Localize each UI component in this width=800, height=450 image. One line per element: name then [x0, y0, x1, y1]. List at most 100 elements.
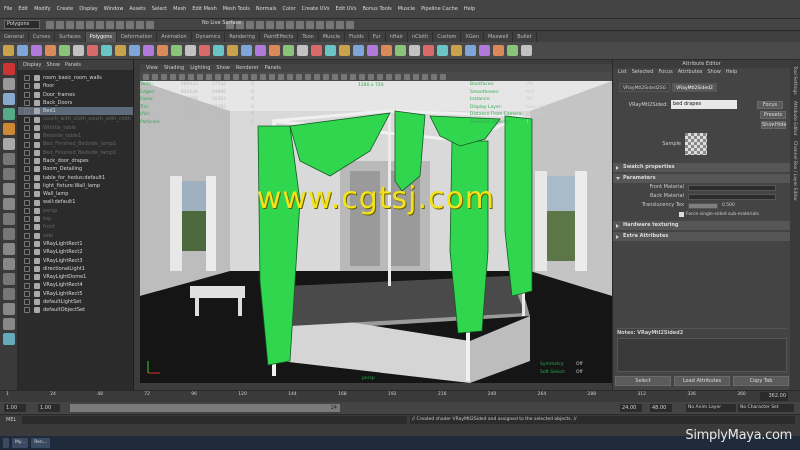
attr-button-load-attributes[interactable]: Load Attributes	[674, 376, 730, 386]
menu-item-pipeline-cache[interactable]: Pipeline Cache	[421, 6, 458, 12]
outliner-menu-show[interactable]: Show	[46, 60, 60, 70]
shelf-tool-icon[interactable]	[171, 45, 182, 56]
viewport-tool-icon[interactable]	[179, 73, 185, 80]
attr-button-copy-tab[interactable]: Copy Tab	[733, 376, 789, 386]
shelf-tool-icon[interactable]	[451, 45, 462, 56]
visibility-toggle-icon[interactable]	[24, 191, 30, 198]
viewport-tool-icon[interactable]	[440, 73, 446, 80]
status-tool-icon[interactable]	[316, 20, 324, 29]
toolbox-tool-icon[interactable]	[2, 288, 15, 300]
visibility-toggle-icon[interactable]	[24, 282, 30, 289]
toolbox-tool-icon[interactable]	[2, 123, 15, 135]
visibility-toggle-icon[interactable]	[24, 299, 30, 306]
toolbox-tool-icon[interactable]	[2, 318, 15, 330]
menu-item-create-uvs[interactable]: Create UVs	[302, 6, 330, 12]
toolbox-tool-icon[interactable]	[2, 243, 15, 255]
start-time-field[interactable]: 1.00	[4, 404, 26, 412]
menu-item-help[interactable]: Help	[464, 6, 475, 12]
menu-item-edit-mesh[interactable]: Edit Mesh	[192, 6, 216, 12]
viewport-tool-icon[interactable]	[233, 73, 239, 80]
shelf-tool-icon[interactable]	[395, 45, 406, 56]
status-tool-icon[interactable]	[256, 20, 264, 29]
visibility-toggle-icon[interactable]	[24, 166, 30, 173]
status-tool-icon[interactable]	[56, 20, 64, 29]
status-tool-icon[interactable]	[106, 20, 114, 29]
viewport-tool-icon[interactable]	[206, 73, 212, 80]
side-tab-channel-box-layer-editor[interactable]: Channel Box / Layer Editor	[792, 141, 797, 201]
shelf-tab-dynamics[interactable]: Dynamics	[192, 32, 226, 42]
status-tool-icon[interactable]	[286, 20, 294, 29]
hide-button[interactable]: Hide	[774, 121, 786, 129]
viewport-tool-icon[interactable]	[350, 73, 356, 80]
viewport-tool-icon[interactable]	[269, 73, 275, 80]
back-material-slot[interactable]	[688, 193, 776, 200]
visibility-toggle-icon[interactable]	[24, 290, 30, 297]
shelf-tool-icon[interactable]	[87, 45, 98, 56]
translucency-swatch[interactable]	[688, 202, 718, 209]
viewport-menu-panels[interactable]: Panels	[265, 64, 281, 72]
attr-menu-show[interactable]: Show	[707, 68, 721, 77]
viewport-menu-renderer[interactable]: Renderer	[236, 64, 259, 72]
force-single-sided-checkbox[interactable]	[679, 212, 684, 217]
shelf-tool-icon[interactable]	[241, 45, 252, 56]
shelf-tool-icon[interactable]	[31, 45, 42, 56]
material-swatch[interactable]	[685, 133, 707, 155]
viewport-tool-icon[interactable]	[422, 73, 428, 80]
visibility-toggle-icon[interactable]	[24, 274, 30, 281]
outliner-item[interactable]: VRayLightRect5	[18, 290, 133, 298]
shelf-tool-icon[interactable]	[3, 45, 14, 56]
anim-layer-select[interactable]: No Anim Layer	[686, 404, 736, 412]
visibility-toggle-icon[interactable]	[24, 91, 30, 98]
visibility-toggle-icon[interactable]	[24, 232, 30, 239]
viewport-tool-icon[interactable]	[431, 73, 437, 80]
toolbox-tool-icon[interactable]	[2, 273, 15, 285]
visibility-toggle-icon[interactable]	[24, 100, 30, 107]
status-tool-icon[interactable]	[136, 20, 144, 29]
viewport-menu-view[interactable]: View	[146, 64, 158, 72]
toolbox-tool-icon[interactable]	[2, 303, 15, 315]
outliner-item[interactable]: defaultObjectSet	[18, 306, 133, 314]
outliner-item[interactable]: top	[18, 215, 133, 223]
viewport-tool-icon[interactable]	[368, 73, 374, 80]
status-tool-icon[interactable]	[336, 20, 344, 29]
visibility-toggle-icon[interactable]	[24, 158, 30, 165]
viewport-tool-icon[interactable]	[170, 73, 176, 80]
toolbox-tool-icon[interactable]	[2, 168, 15, 180]
outliner-item[interactable]: Bedside_table1	[18, 132, 133, 140]
outliner-item[interactable]: VRayLightRect3	[18, 257, 133, 265]
outliner-item[interactable]: floor	[18, 82, 133, 90]
visibility-toggle-icon[interactable]	[24, 75, 30, 82]
outliner-item[interactable]: Bed_Finished_Bedside_lamp1	[18, 149, 133, 157]
viewport-tool-icon[interactable]	[260, 73, 266, 80]
menu-item-mesh[interactable]: Mesh	[173, 6, 186, 12]
shelf-tool-icon[interactable]	[269, 45, 280, 56]
visibility-toggle-icon[interactable]	[24, 83, 30, 90]
shelf-tool-icon[interactable]	[353, 45, 364, 56]
toolbox-tool-icon[interactable]	[2, 78, 15, 90]
menu-item-create[interactable]: Create	[57, 6, 74, 12]
shelf-tool-icon[interactable]	[227, 45, 238, 56]
outliner-item[interactable]: wall:default1	[18, 198, 133, 206]
shelf-tab-painteffects[interactable]: PaintEffects	[260, 32, 299, 42]
outliner-item[interactable]: Door_frames	[18, 91, 133, 99]
visibility-toggle-icon[interactable]	[24, 249, 30, 256]
shelf-tool-icon[interactable]	[381, 45, 392, 56]
viewport-tool-icon[interactable]	[152, 73, 158, 80]
viewport-tool-icon[interactable]	[395, 73, 401, 80]
show-button[interactable]: Show	[761, 121, 776, 129]
outliner-item[interactable]: table_for_hedus:default1	[18, 174, 133, 182]
visibility-toggle-icon[interactable]	[24, 241, 30, 248]
outliner-item[interactable]: front	[18, 223, 133, 231]
toolbox-tool-icon[interactable]	[2, 108, 15, 120]
viewport-tool-icon[interactable]	[296, 73, 302, 80]
menu-item-window[interactable]: Window	[104, 6, 124, 12]
shelf-tool-icon[interactable]	[157, 45, 168, 56]
menu-item-bonus-tools[interactable]: Bonus Tools	[362, 6, 391, 12]
outliner-item[interactable]: VRayLightRect1	[18, 240, 133, 248]
outliner-item[interactable]: defaultLightSet	[18, 298, 133, 306]
toolbox-tool-icon[interactable]	[2, 258, 15, 270]
visibility-toggle-icon[interactable]	[24, 224, 30, 231]
shelf-tool-icon[interactable]	[45, 45, 56, 56]
range-bar[interactable]: 24	[70, 404, 340, 412]
toolbox-tool-icon[interactable]	[2, 213, 15, 225]
